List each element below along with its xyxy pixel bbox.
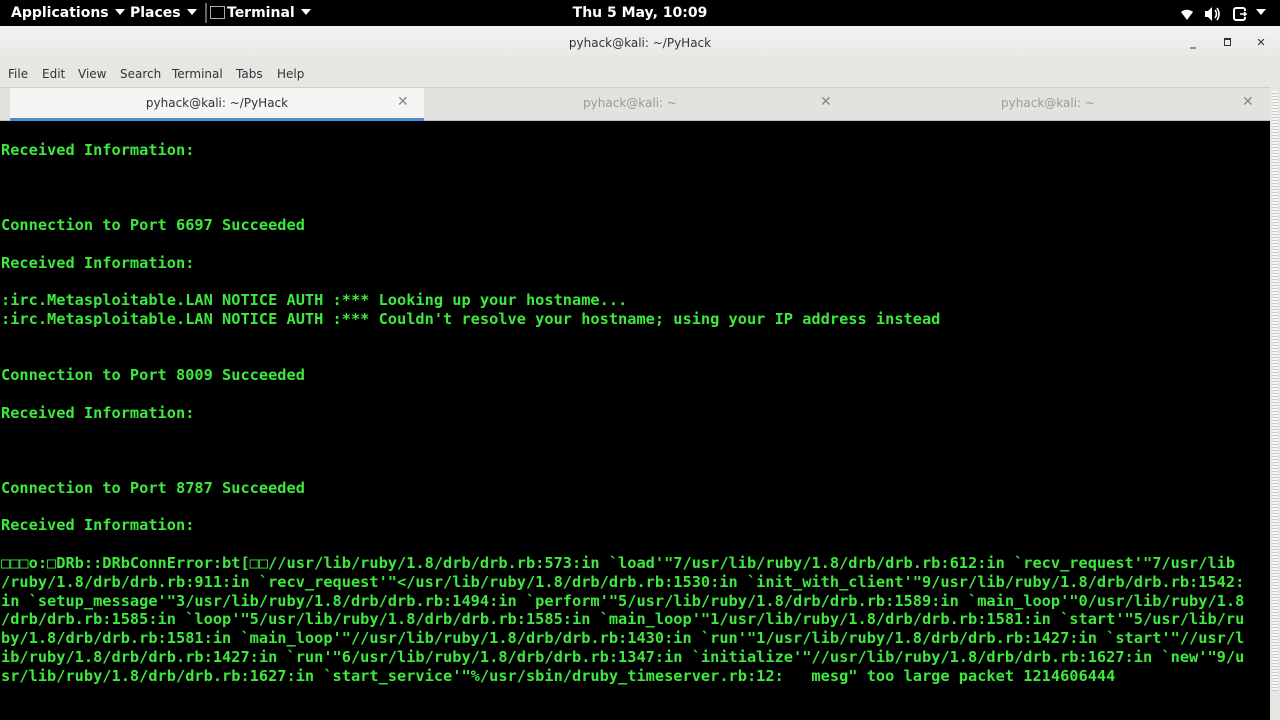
terminal-line: Connection to Port 8787 Succeeded <box>1 479 305 497</box>
applications-menu[interactable]: Applications <box>11 0 125 26</box>
places-menu[interactable]: Places <box>130 0 197 26</box>
terminal-line: □□□o:□DRb::DRbConnError:bt[□□//usr/lib/r… <box>1 554 1236 572</box>
terminal-line: by/1.8/drb/drb.rb:1581:in `main_loop'"//… <box>1 629 1245 647</box>
title-bar[interactable]: pyhack@kali: ~/PyHack _ ✕ <box>0 26 1280 63</box>
applications-label: Applications <box>11 5 109 21</box>
tab-label: pyhack@kali: ~ <box>583 96 677 110</box>
chevron-down-icon <box>300 9 311 15</box>
divider <box>205 3 207 23</box>
minimize-button[interactable]: _ <box>1183 33 1203 53</box>
terminal-output[interactable]: Received Information: Connection to Port… <box>0 121 1267 720</box>
clock-label: Thu 5 May, 10:09 <box>572 5 708 21</box>
maximize-button[interactable] <box>1217 33 1237 53</box>
scrollbar-thumb[interactable] <box>1272 91 1278 691</box>
tab-label: pyhack@kali: ~ <box>1001 96 1095 110</box>
maximize-icon <box>1223 38 1231 46</box>
close-tab-icon[interactable]: ✕ <box>820 94 832 110</box>
tab-label: pyhack@kali: ~/PyHack <box>145 96 289 110</box>
terminal-line: in `setup_message'"3/usr/lib/ruby/1.8/dr… <box>1 592 1245 610</box>
terminal-line: Received Information: <box>1 254 195 272</box>
menu-file[interactable]: File <box>8 67 28 81</box>
tab-home-2[interactable]: pyhack@kali: ~ ✕ <box>836 88 1260 121</box>
terminal-window: pyhack@kali: ~/PyHack _ ✕ File Edit View… <box>0 26 1280 720</box>
terminal-line: Received Information: <box>1 404 195 422</box>
chevron-down-icon <box>114 9 125 15</box>
chevron-down-icon <box>186 9 197 15</box>
wifi-icon[interactable] <box>1179 5 1195 21</box>
places-label: Places <box>130 5 181 21</box>
terminal-line: /drb/drb.rb:1585:in `loop'"5/usr/lib/rub… <box>1 610 1245 628</box>
top-bar: Applications Places Terminal Thu 5 May, … <box>0 0 1280 26</box>
close-tab-icon[interactable]: ✕ <box>397 94 409 110</box>
terminal-line: ib/ruby/1.8/drb/drb.rb:1427:in `run'"6/u… <box>1 648 1245 666</box>
system-menu[interactable] <box>1250 0 1266 26</box>
menu-terminal[interactable]: Terminal <box>172 67 223 81</box>
terminal-line: /ruby/1.8/drb/drb.rb:911:in `recv_reques… <box>1 573 1245 591</box>
window-title: pyhack@kali: ~/PyHack <box>568 36 712 50</box>
tab-home-1[interactable]: pyhack@kali: ~ ✕ <box>424 88 836 121</box>
terminal-line: :irc.Metasploitable.LAN NOTICE AUTH :***… <box>1 310 941 328</box>
terminal-app-label: Terminal <box>227 5 295 21</box>
volume-icon[interactable] <box>1204 5 1222 21</box>
chevron-down-icon <box>1256 9 1266 15</box>
menu-search[interactable]: Search <box>120 67 161 81</box>
close-tab-icon[interactable]: ✕ <box>1242 94 1254 110</box>
power-icon[interactable] <box>1232 5 1248 21</box>
menu-view[interactable]: View <box>78 67 106 81</box>
terminal-line: sr/lib/ruby/1.8/drb/drb.rb:1627:in `star… <box>1 667 1116 685</box>
scrollbar[interactable] <box>1270 61 1280 720</box>
terminal-line: :irc.Metasploitable.LAN NOTICE AUTH :***… <box>1 291 628 309</box>
tab-bar: pyhack@kali: ~/PyHack ✕ pyhack@kali: ~ ✕… <box>0 87 1270 121</box>
terminal-line: Connection to Port 6697 Succeeded <box>1 216 305 234</box>
tab-pyhack[interactable]: pyhack@kali: ~/PyHack ✕ <box>10 88 424 121</box>
terminal-line: Received Information: <box>1 141 195 159</box>
terminal-line: Connection to Port 8009 Succeeded <box>1 366 305 384</box>
close-icon: ✕ <box>1256 36 1266 49</box>
terminal-app-menu[interactable]: Terminal <box>210 0 311 26</box>
close-button[interactable]: ✕ <box>1251 33 1271 53</box>
terminal-line: Received Information: <box>1 516 195 534</box>
menu-bar: File Edit View Search Terminal Tabs Help <box>0 63 1280 87</box>
minimize-icon: _ <box>1190 36 1196 49</box>
menu-tabs[interactable]: Tabs <box>236 67 263 81</box>
menu-help[interactable]: Help <box>277 67 304 81</box>
terminal-app-icon <box>210 5 225 19</box>
menu-edit[interactable]: Edit <box>42 67 65 81</box>
